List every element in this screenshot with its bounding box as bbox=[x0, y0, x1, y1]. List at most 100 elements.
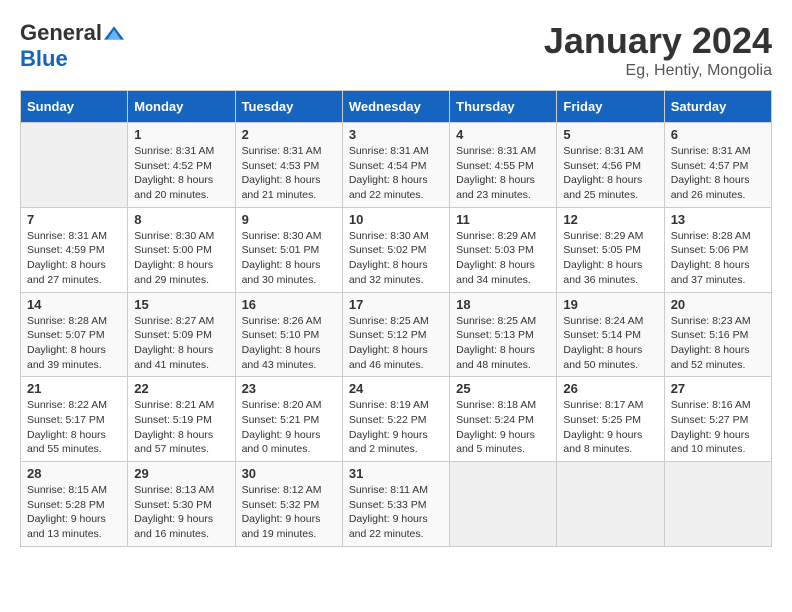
day-number: 7 bbox=[27, 212, 121, 227]
logo: General Blue bbox=[20, 20, 124, 72]
day-info: Sunrise: 8:31 AMSunset: 4:55 PMDaylight:… bbox=[456, 144, 550, 203]
calendar-day-cell: 3Sunrise: 8:31 AMSunset: 4:54 PMDaylight… bbox=[342, 123, 449, 208]
calendar-day-cell bbox=[450, 462, 557, 547]
calendar-day-cell: 24Sunrise: 8:19 AMSunset: 5:22 PMDayligh… bbox=[342, 377, 449, 462]
day-info: Sunrise: 8:23 AMSunset: 5:16 PMDaylight:… bbox=[671, 314, 765, 373]
day-info: Sunrise: 8:18 AMSunset: 5:24 PMDaylight:… bbox=[456, 398, 550, 457]
calendar-day-cell: 14 Sunrise: 8:28 AMSunset: 5:07 PMDayligh… bbox=[21, 292, 128, 377]
calendar-day-cell: 19 Sunrise: 8:24 AMSunset: 5:14 PMDayligh… bbox=[557, 292, 664, 377]
day-number: 19 bbox=[563, 297, 657, 312]
calendar-day-cell bbox=[664, 462, 771, 547]
day-number: 10 bbox=[349, 212, 443, 227]
day-number: 11 bbox=[456, 212, 550, 227]
day-info: Sunrise: 8:11 AMSunset: 5:33 PMDaylight:… bbox=[349, 483, 443, 542]
day-info: Sunrise: 8:22 AMSunset: 5:17 PMDaylight:… bbox=[27, 398, 121, 457]
day-info: Sunrise: 8:29 AMSunset: 5:05 PMDaylight:… bbox=[563, 229, 657, 288]
day-info: Sunrise: 8:24 AMSunset: 5:14 PMDaylight:… bbox=[563, 314, 657, 373]
weekday-header-friday: Friday bbox=[557, 91, 664, 123]
calendar-day-cell: 29Sunrise: 8:13 AMSunset: 5:30 PMDayligh… bbox=[128, 462, 235, 547]
weekday-header-tuesday: Tuesday bbox=[235, 91, 342, 123]
calendar-week-row: 21 Sunrise: 8:22 AMSunset: 5:17 PMDayligh… bbox=[21, 377, 772, 462]
calendar-header-row: SundayMondayTuesdayWednesdayThursdayFrid… bbox=[21, 91, 772, 123]
calendar-day-cell: 30Sunrise: 8:12 AMSunset: 5:32 PMDayligh… bbox=[235, 462, 342, 547]
calendar-day-cell: 8 Sunrise: 8:30 AMSunset: 5:00 PMDaylight… bbox=[128, 207, 235, 292]
logo-blue-text: Blue bbox=[20, 46, 68, 72]
logo-icon bbox=[104, 23, 124, 43]
day-info: Sunrise: 8:29 AMSunset: 5:03 PMDaylight:… bbox=[456, 229, 550, 288]
day-number: 14 bbox=[27, 297, 121, 312]
calendar-day-cell: 22 Sunrise: 8:21 AMSunset: 5:19 PMDayligh… bbox=[128, 377, 235, 462]
calendar-week-row: 7 Sunrise: 8:31 AMSunset: 4:59 PMDaylight… bbox=[21, 207, 772, 292]
calendar-day-cell: 23 Sunrise: 8:20 AMSunset: 5:21 PMDayligh… bbox=[235, 377, 342, 462]
calendar-day-cell: 1Sunrise: 8:31 AMSunset: 4:52 PMDaylight… bbox=[128, 123, 235, 208]
day-number: 20 bbox=[671, 297, 765, 312]
day-number: 27 bbox=[671, 381, 765, 396]
calendar-day-cell: 13 Sunrise: 8:28 AMSunset: 5:06 PMDayligh… bbox=[664, 207, 771, 292]
day-info: Sunrise: 8:31 AMSunset: 4:53 PMDaylight:… bbox=[242, 144, 336, 203]
calendar-week-row: 14 Sunrise: 8:28 AMSunset: 5:07 PMDayligh… bbox=[21, 292, 772, 377]
day-number: 13 bbox=[671, 212, 765, 227]
day-info: Sunrise: 8:20 AMSunset: 5:21 PMDaylight:… bbox=[242, 398, 336, 457]
weekday-header-monday: Monday bbox=[128, 91, 235, 123]
page-header: General Blue January 2024 Eg, Hentiy, Mo… bbox=[20, 20, 772, 80]
calendar-day-cell: 11 Sunrise: 8:29 AMSunset: 5:03 PMDayligh… bbox=[450, 207, 557, 292]
day-info: Sunrise: 8:30 AMSunset: 5:01 PMDaylight:… bbox=[242, 229, 336, 288]
day-info: Sunrise: 8:26 AMSunset: 5:10 PMDaylight:… bbox=[242, 314, 336, 373]
calendar-day-cell bbox=[21, 123, 128, 208]
day-number: 23 bbox=[242, 381, 336, 396]
day-number: 16 bbox=[242, 297, 336, 312]
day-info: Sunrise: 8:28 AMSunset: 5:07 PMDaylight:… bbox=[27, 314, 121, 373]
day-number: 9 bbox=[242, 212, 336, 227]
day-info: Sunrise: 8:31 AMSunset: 4:59 PMDaylight:… bbox=[27, 229, 121, 288]
calendar-day-cell: 6Sunrise: 8:31 AMSunset: 4:57 PMDaylight… bbox=[664, 123, 771, 208]
weekday-header-sunday: Sunday bbox=[21, 91, 128, 123]
day-number: 22 bbox=[134, 381, 228, 396]
month-title: January 2024 bbox=[544, 20, 772, 62]
calendar-day-cell: 21 Sunrise: 8:22 AMSunset: 5:17 PMDayligh… bbox=[21, 377, 128, 462]
weekday-header-wednesday: Wednesday bbox=[342, 91, 449, 123]
day-info: Sunrise: 8:15 AMSunset: 5:28 PMDaylight:… bbox=[27, 483, 121, 542]
calendar-day-cell: 4 Sunrise: 8:31 AMSunset: 4:55 PMDaylight… bbox=[450, 123, 557, 208]
day-info: Sunrise: 8:17 AMSunset: 5:25 PMDaylight:… bbox=[563, 398, 657, 457]
day-number: 21 bbox=[27, 381, 121, 396]
day-number: 4 bbox=[456, 127, 550, 142]
day-info: Sunrise: 8:30 AMSunset: 5:00 PMDaylight:… bbox=[134, 229, 228, 288]
day-number: 5 bbox=[563, 127, 657, 142]
day-number: 12 bbox=[563, 212, 657, 227]
calendar-day-cell: 15 Sunrise: 8:27 AMSunset: 5:09 PMDayligh… bbox=[128, 292, 235, 377]
day-number: 2 bbox=[242, 127, 336, 142]
day-number: 8 bbox=[134, 212, 228, 227]
weekday-header-saturday: Saturday bbox=[664, 91, 771, 123]
day-info: Sunrise: 8:31 AMSunset: 4:56 PMDaylight:… bbox=[563, 144, 657, 203]
calendar-day-cell: 25Sunrise: 8:18 AMSunset: 5:24 PMDayligh… bbox=[450, 377, 557, 462]
day-number: 17 bbox=[349, 297, 443, 312]
day-info: Sunrise: 8:30 AMSunset: 5:02 PMDaylight:… bbox=[349, 229, 443, 288]
day-number: 18 bbox=[456, 297, 550, 312]
calendar-day-cell bbox=[557, 462, 664, 547]
day-info: Sunrise: 8:25 AMSunset: 5:13 PMDaylight:… bbox=[456, 314, 550, 373]
day-number: 30 bbox=[242, 466, 336, 481]
location: Eg, Hentiy, Mongolia bbox=[544, 62, 772, 80]
day-number: 29 bbox=[134, 466, 228, 481]
day-info: Sunrise: 8:31 AMSunset: 4:54 PMDaylight:… bbox=[349, 144, 443, 203]
day-number: 15 bbox=[134, 297, 228, 312]
calendar-day-cell: 16 Sunrise: 8:26 AMSunset: 5:10 PMDayligh… bbox=[235, 292, 342, 377]
day-number: 6 bbox=[671, 127, 765, 142]
logo-general-text: General bbox=[20, 20, 102, 46]
calendar-day-cell: 18 Sunrise: 8:25 AMSunset: 5:13 PMDayligh… bbox=[450, 292, 557, 377]
calendar-day-cell: 5 Sunrise: 8:31 AMSunset: 4:56 PMDaylight… bbox=[557, 123, 664, 208]
day-number: 24 bbox=[349, 381, 443, 396]
day-info: Sunrise: 8:27 AMSunset: 5:09 PMDaylight:… bbox=[134, 314, 228, 373]
calendar-week-row: 28 Sunrise: 8:15 AMSunset: 5:28 PMDayligh… bbox=[21, 462, 772, 547]
calendar-day-cell: 26Sunrise: 8:17 AMSunset: 5:25 PMDayligh… bbox=[557, 377, 664, 462]
day-info: Sunrise: 8:28 AMSunset: 5:06 PMDaylight:… bbox=[671, 229, 765, 288]
day-number: 31 bbox=[349, 466, 443, 481]
day-info: Sunrise: 8:31 AMSunset: 4:52 PMDaylight:… bbox=[134, 144, 228, 203]
calendar-day-cell: 20 Sunrise: 8:23 AMSunset: 5:16 PMDayligh… bbox=[664, 292, 771, 377]
day-info: Sunrise: 8:21 AMSunset: 5:19 PMDaylight:… bbox=[134, 398, 228, 457]
calendar-day-cell: 12 Sunrise: 8:29 AMSunset: 5:05 PMDayligh… bbox=[557, 207, 664, 292]
day-number: 28 bbox=[27, 466, 121, 481]
calendar-day-cell: 10 Sunrise: 8:30 AMSunset: 5:02 PMDayligh… bbox=[342, 207, 449, 292]
calendar-day-cell: 2 Sunrise: 8:31 AMSunset: 4:53 PMDaylight… bbox=[235, 123, 342, 208]
calendar-day-cell: 9 Sunrise: 8:30 AMSunset: 5:01 PMDaylight… bbox=[235, 207, 342, 292]
